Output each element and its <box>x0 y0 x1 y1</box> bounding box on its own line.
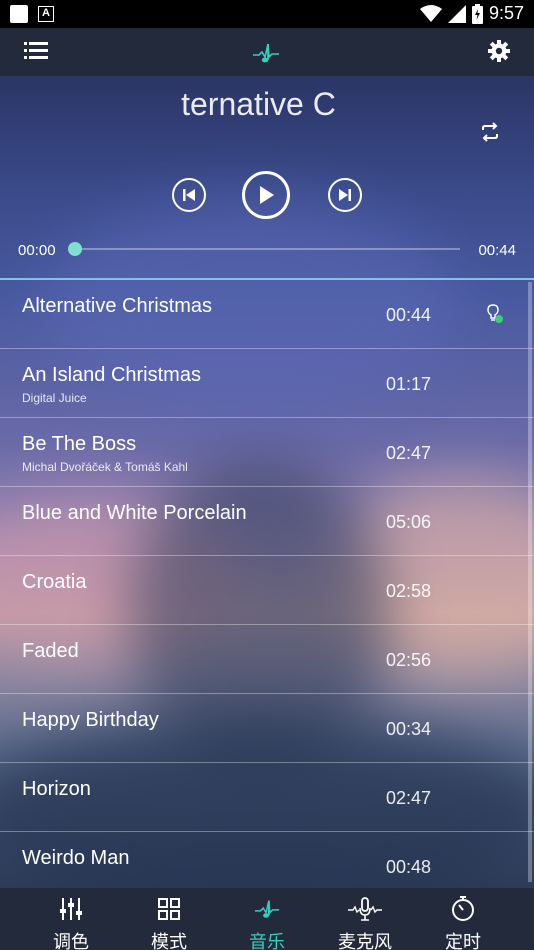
playlist-item[interactable]: Faded 02:56 <box>0 625 534 694</box>
song-title: Alternative Christmas <box>22 295 213 317</box>
bottom-nav: 调色 模式 音乐 麦克风 定时 <box>0 888 534 950</box>
status-time: 9:57 <box>488 3 524 23</box>
seek-handle[interactable] <box>68 242 82 256</box>
equalizer-icon <box>60 898 82 920</box>
song-title: Happy Birthday <box>22 709 159 731</box>
music-logo-icon <box>253 43 279 63</box>
playlist-item[interactable]: Happy Birthday 00:34 <box>0 694 534 763</box>
playlist-item[interactable]: Blue and White Porcelain 05:06 <box>0 487 534 556</box>
song-title: Faded <box>22 640 79 662</box>
grid-icon <box>158 898 180 920</box>
song-duration: 02:56 <box>386 650 432 670</box>
song-artist: Michal Dvořáček & Tomáš Kahl <box>22 460 188 474</box>
total-time: 00:44 <box>478 242 516 259</box>
tab-tone[interactable]: 调色 <box>26 888 116 950</box>
song-title: Croatia <box>22 571 87 593</box>
now-playing-bulb-icon <box>487 304 503 323</box>
battery-icon <box>471 3 483 24</box>
scrollbar[interactable] <box>528 282 532 882</box>
now-playing-title: lternative C <box>180 86 336 122</box>
playlist-item[interactable]: Croatia 02:58 <box>0 556 534 625</box>
tab-label: 模式 <box>151 932 187 950</box>
app-notification-icon: A <box>38 6 54 22</box>
song-duration: 00:44 <box>386 305 432 325</box>
play-button[interactable] <box>242 171 290 219</box>
current-time: 00:00 <box>18 242 56 259</box>
song-title: Blue and White Porcelain <box>22 502 247 524</box>
song-title: Weirdo Man <box>22 847 130 869</box>
tab-microphone[interactable]: 麦克风 <box>320 888 410 950</box>
wifi-icon <box>419 4 442 22</box>
song-duration: 05:06 <box>386 512 432 532</box>
song-duration: 00:34 <box>386 719 432 739</box>
next-button[interactable] <box>328 178 362 212</box>
repeat-icon[interactable] <box>478 120 502 144</box>
tab-mode[interactable]: 模式 <box>124 888 214 950</box>
tab-music[interactable]: 音乐 <box>222 888 312 950</box>
notification-icon <box>10 5 28 23</box>
song-duration: 02:47 <box>386 788 432 808</box>
tab-timer[interactable]: 定时 <box>418 888 508 950</box>
tab-label: 音乐 <box>249 932 285 950</box>
top-bar <box>0 28 534 76</box>
menu-icon[interactable] <box>24 42 48 60</box>
settings-gear-icon[interactable] <box>488 40 510 62</box>
playlist: Alternative Christmas 00:44 An Island Chri… <box>0 280 534 890</box>
song-title: Be The Boss <box>22 433 137 455</box>
song-duration: 02:47 <box>386 443 432 463</box>
previous-button[interactable] <box>172 178 206 212</box>
playlist-item[interactable]: Weirdo Man 00:48 <box>0 832 534 890</box>
song-duration: 02:58 <box>386 581 432 601</box>
music-note-icon <box>254 900 280 918</box>
skip-previous-icon <box>183 189 195 201</box>
song-duration: 01:17 <box>386 374 432 394</box>
playlist-item[interactable]: Horizon 02:47 <box>0 763 534 832</box>
player-panel: lternative C 00:00 00:44 <box>0 76 534 278</box>
song-duration: 00:48 <box>386 857 432 877</box>
tab-label: 麦克风 <box>338 932 392 950</box>
skip-next-icon <box>339 189 351 201</box>
song-artist: Digital Juice <box>22 391 87 405</box>
tab-label: 调色 <box>53 932 89 950</box>
microphone-icon <box>348 897 382 921</box>
playlist-item[interactable]: An Island Christmas Digital Juice 01:17 <box>0 349 534 418</box>
status-bar: A 9:57 <box>0 0 534 28</box>
signal-icon <box>447 4 466 23</box>
play-icon <box>260 186 274 204</box>
song-title: An Island Christmas <box>22 364 201 386</box>
seek-bar[interactable] <box>68 242 460 256</box>
song-title: Horizon <box>22 778 91 800</box>
tab-label: 定时 <box>445 932 481 950</box>
playlist-item[interactable]: Be The Boss Michal Dvořáček & Tomáš Kahl 0… <box>0 418 534 487</box>
timer-icon <box>452 896 474 921</box>
playlist-item[interactable]: Alternative Christmas 00:44 <box>0 280 534 349</box>
